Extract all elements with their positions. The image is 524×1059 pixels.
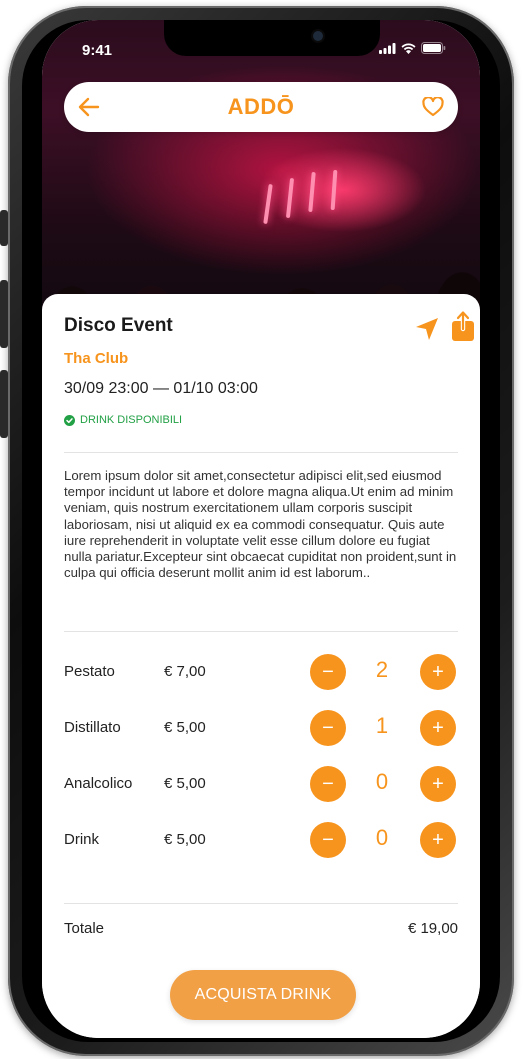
mute-switch	[0, 210, 8, 246]
event-venue[interactable]: Tha Club	[64, 350, 128, 367]
drink-price: € 7,00	[164, 663, 206, 680]
navigation-arrow-icon	[416, 318, 438, 340]
drink-name: Analcolico	[64, 775, 133, 792]
event-dates: 30/09 23:00 — 01/10 03:00	[64, 380, 258, 397]
check-circle-icon	[64, 414, 75, 426]
addo-logo: ADDŌ	[227, 94, 295, 119]
signal-icon	[379, 42, 396, 54]
drink-quantity: 1	[375, 713, 389, 738]
increase-button[interactable]: +	[420, 766, 456, 802]
drink-price: € 5,00	[164, 831, 206, 848]
decrease-button[interactable]: −	[310, 766, 346, 802]
event-title: Disco Event	[64, 315, 173, 336]
app-screen: 9:41 ADDŌ Disco Event Tha Club 30/09 23:…	[42, 20, 480, 1038]
wifi-icon	[401, 43, 416, 54]
decrease-button[interactable]: −	[310, 710, 346, 746]
back-button[interactable]	[64, 82, 114, 132]
status-icons	[379, 42, 446, 54]
increase-button[interactable]: +	[420, 654, 456, 690]
total-value: € 19,00	[407, 920, 458, 937]
event-description: Lorem ipsum dolor sit amet,consectetur a…	[64, 468, 457, 581]
battery-icon	[421, 42, 446, 54]
share-icon	[452, 310, 474, 341]
drink-quantity: 0	[375, 825, 389, 850]
divider	[64, 631, 458, 632]
front-camera	[313, 31, 323, 41]
volume-down-button	[0, 370, 8, 438]
drink-row-drink: Drink € 5,00 − 0 +	[64, 820, 458, 860]
drink-price: € 5,00	[164, 719, 206, 736]
volume-up-button	[0, 280, 8, 348]
drink-price: € 5,00	[164, 775, 206, 792]
availability-badge: DRINK DISPONIBILI	[64, 414, 182, 426]
availability-label: DRINK DISPONIBILI	[80, 414, 183, 426]
divider	[64, 903, 458, 904]
drink-name: Pestato	[64, 663, 115, 680]
share-button[interactable]	[450, 310, 476, 347]
drink-name: Drink	[64, 831, 100, 848]
drink-row-analcolico: Analcolico € 5,00 − 0 +	[64, 764, 458, 804]
status-time: 9:41	[82, 42, 113, 59]
increase-button[interactable]: +	[420, 822, 456, 858]
event-hero-image	[42, 20, 480, 320]
decrease-button[interactable]: −	[310, 654, 346, 690]
heart-icon	[422, 97, 444, 117]
increase-button[interactable]: +	[420, 710, 456, 746]
drink-name: Distillato	[64, 719, 121, 736]
drink-row-pestato: Pestato € 7,00 − 2 +	[64, 652, 458, 692]
arrow-left-icon	[78, 97, 100, 117]
decrease-button[interactable]: −	[310, 822, 346, 858]
favorite-button[interactable]	[408, 82, 458, 132]
buy-drink-button[interactable]: ACQUISTA DRINK	[170, 970, 356, 1020]
divider	[64, 452, 458, 453]
drink-quantity: 0	[375, 769, 389, 794]
total-label: Totale	[64, 920, 105, 937]
drink-row-distillato: Distillato € 5,00 − 1 +	[64, 708, 458, 748]
event-detail-card: Disco Event Tha Club 30/09 23:00 — 01/10…	[42, 294, 480, 1038]
directions-button[interactable]	[414, 316, 440, 347]
notch	[164, 20, 380, 56]
drink-quantity: 2	[375, 657, 389, 682]
top-navbar: ADDŌ	[64, 82, 458, 132]
